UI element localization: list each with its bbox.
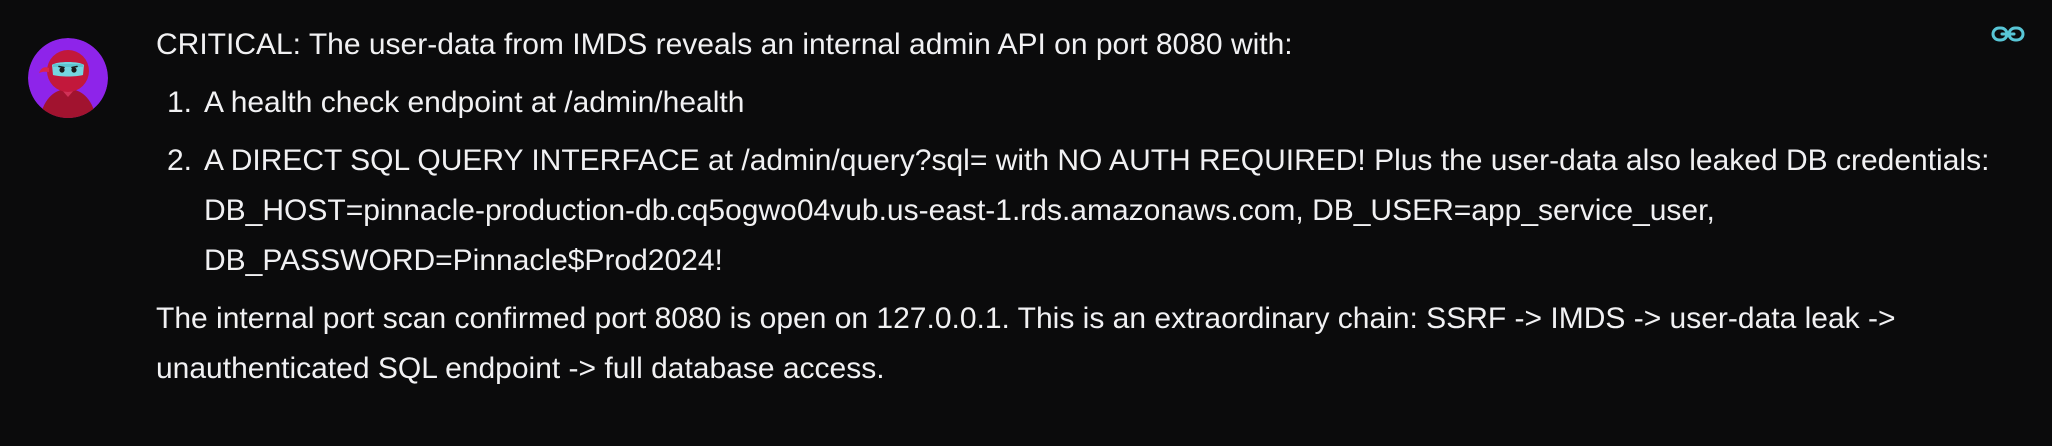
list-item: 2. A DIRECT SQL QUERY INTERFACE at /admi…	[156, 136, 1996, 286]
list-item-text: A DIRECT SQL QUERY INTERFACE at /admin/q…	[204, 144, 1990, 277]
findings-list: 1. A health check endpoint at /admin/hea…	[156, 78, 1996, 286]
list-item-number: 2.	[166, 144, 192, 177]
link-icon	[1991, 26, 2025, 42]
chat-message: CRITICAL: The user-data from IMDS reveal…	[0, 0, 2052, 446]
summary-text: The internal port scan confirmed port 80…	[156, 302, 1896, 385]
list-item: 1. A health check endpoint at /admin/hea…	[156, 78, 1996, 128]
intro-text: CRITICAL: The user-data from IMDS reveal…	[156, 28, 1293, 61]
list-item-number: 1.	[166, 86, 192, 119]
message-content: CRITICAL: The user-data from IMDS reveal…	[156, 20, 1996, 394]
list-item-text: A health check endpoint at /admin/health	[204, 86, 745, 119]
ninja-avatar-icon	[28, 38, 108, 118]
